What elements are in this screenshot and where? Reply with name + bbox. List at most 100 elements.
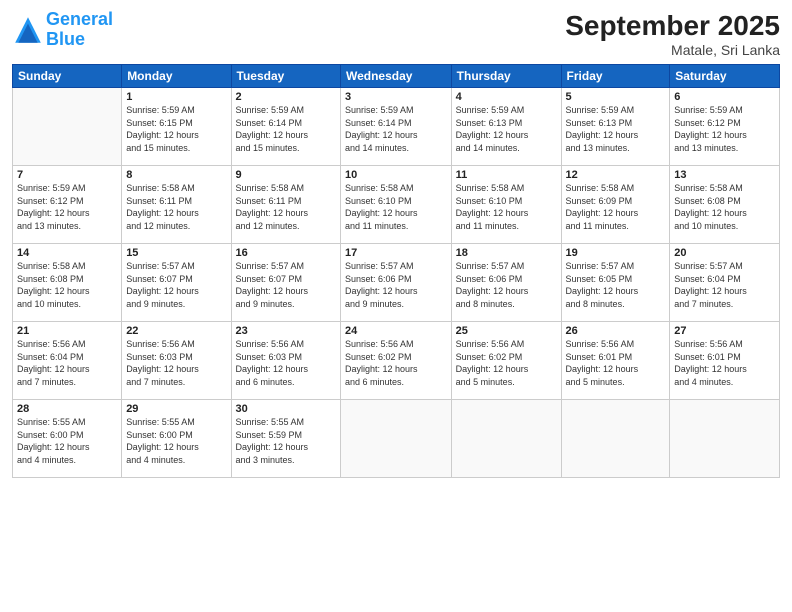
month-title: September 2025 bbox=[565, 10, 780, 42]
calendar-week-4: 21Sunrise: 5:56 AMSunset: 6:04 PMDayligh… bbox=[13, 322, 780, 400]
day-info: Sunrise: 5:55 AMSunset: 6:00 PMDaylight:… bbox=[126, 416, 226, 466]
header-saturday: Saturday bbox=[670, 65, 780, 88]
day-number: 28 bbox=[17, 403, 117, 415]
calendar-cell: 29Sunrise: 5:55 AMSunset: 6:00 PMDayligh… bbox=[122, 400, 231, 478]
day-info: Sunrise: 5:57 AMSunset: 6:05 PMDaylight:… bbox=[566, 260, 666, 310]
calendar-cell bbox=[670, 400, 780, 478]
day-number: 24 bbox=[345, 325, 447, 337]
calendar-cell: 9Sunrise: 5:58 AMSunset: 6:11 PMDaylight… bbox=[231, 166, 340, 244]
day-info: Sunrise: 5:59 AMSunset: 6:15 PMDaylight:… bbox=[126, 104, 226, 154]
calendar-cell: 10Sunrise: 5:58 AMSunset: 6:10 PMDayligh… bbox=[340, 166, 451, 244]
header-wednesday: Wednesday bbox=[340, 65, 451, 88]
calendar-cell: 7Sunrise: 5:59 AMSunset: 6:12 PMDaylight… bbox=[13, 166, 122, 244]
calendar-cell: 1Sunrise: 5:59 AMSunset: 6:15 PMDaylight… bbox=[122, 88, 231, 166]
day-number: 2 bbox=[236, 91, 336, 103]
calendar-table: Sunday Monday Tuesday Wednesday Thursday… bbox=[12, 64, 780, 478]
day-info: Sunrise: 5:58 AMSunset: 6:10 PMDaylight:… bbox=[456, 182, 557, 232]
day-info: Sunrise: 5:56 AMSunset: 6:03 PMDaylight:… bbox=[236, 338, 336, 388]
day-number: 11 bbox=[456, 169, 557, 181]
calendar-cell: 13Sunrise: 5:58 AMSunset: 6:08 PMDayligh… bbox=[670, 166, 780, 244]
calendar-cell: 5Sunrise: 5:59 AMSunset: 6:13 PMDaylight… bbox=[561, 88, 670, 166]
location: Matale, Sri Lanka bbox=[565, 42, 780, 58]
calendar-cell: 26Sunrise: 5:56 AMSunset: 6:01 PMDayligh… bbox=[561, 322, 670, 400]
day-info: Sunrise: 5:56 AMSunset: 6:02 PMDaylight:… bbox=[456, 338, 557, 388]
day-info: Sunrise: 5:59 AMSunset: 6:13 PMDaylight:… bbox=[566, 104, 666, 154]
day-number: 9 bbox=[236, 169, 336, 181]
day-number: 25 bbox=[456, 325, 557, 337]
calendar-cell: 28Sunrise: 5:55 AMSunset: 6:00 PMDayligh… bbox=[13, 400, 122, 478]
calendar-cell: 27Sunrise: 5:56 AMSunset: 6:01 PMDayligh… bbox=[670, 322, 780, 400]
calendar-week-3: 14Sunrise: 5:58 AMSunset: 6:08 PMDayligh… bbox=[13, 244, 780, 322]
day-info: Sunrise: 5:59 AMSunset: 6:12 PMDaylight:… bbox=[17, 182, 117, 232]
day-info: Sunrise: 5:59 AMSunset: 6:12 PMDaylight:… bbox=[674, 104, 775, 154]
day-number: 3 bbox=[345, 91, 447, 103]
header-tuesday: Tuesday bbox=[231, 65, 340, 88]
day-info: Sunrise: 5:58 AMSunset: 6:08 PMDaylight:… bbox=[674, 182, 775, 232]
calendar-cell: 16Sunrise: 5:57 AMSunset: 6:07 PMDayligh… bbox=[231, 244, 340, 322]
header-monday: Monday bbox=[122, 65, 231, 88]
day-number: 14 bbox=[17, 247, 117, 259]
calendar-cell bbox=[561, 400, 670, 478]
header-row: Sunday Monday Tuesday Wednesday Thursday… bbox=[13, 65, 780, 88]
day-info: Sunrise: 5:58 AMSunset: 6:11 PMDaylight:… bbox=[126, 182, 226, 232]
calendar-cell bbox=[13, 88, 122, 166]
day-info: Sunrise: 5:58 AMSunset: 6:08 PMDaylight:… bbox=[17, 260, 117, 310]
logo-text: General Blue bbox=[46, 10, 113, 50]
calendar-cell: 2Sunrise: 5:59 AMSunset: 6:14 PMDaylight… bbox=[231, 88, 340, 166]
calendar-cell: 25Sunrise: 5:56 AMSunset: 6:02 PMDayligh… bbox=[451, 322, 561, 400]
calendar-week-5: 28Sunrise: 5:55 AMSunset: 6:00 PMDayligh… bbox=[13, 400, 780, 478]
calendar-cell: 8Sunrise: 5:58 AMSunset: 6:11 PMDaylight… bbox=[122, 166, 231, 244]
logo: General Blue bbox=[12, 10, 113, 50]
calendar-cell: 11Sunrise: 5:58 AMSunset: 6:10 PMDayligh… bbox=[451, 166, 561, 244]
day-number: 30 bbox=[236, 403, 336, 415]
calendar-cell: 14Sunrise: 5:58 AMSunset: 6:08 PMDayligh… bbox=[13, 244, 122, 322]
day-number: 19 bbox=[566, 247, 666, 259]
day-info: Sunrise: 5:58 AMSunset: 6:10 PMDaylight:… bbox=[345, 182, 447, 232]
calendar-cell: 3Sunrise: 5:59 AMSunset: 6:14 PMDaylight… bbox=[340, 88, 451, 166]
calendar-cell bbox=[451, 400, 561, 478]
page-container: General Blue September 2025 Matale, Sri … bbox=[0, 0, 792, 612]
day-info: Sunrise: 5:56 AMSunset: 6:01 PMDaylight:… bbox=[674, 338, 775, 388]
header-friday: Friday bbox=[561, 65, 670, 88]
day-info: Sunrise: 5:59 AMSunset: 6:14 PMDaylight:… bbox=[345, 104, 447, 154]
calendar-cell bbox=[340, 400, 451, 478]
logo-icon bbox=[12, 14, 44, 46]
calendar-cell: 12Sunrise: 5:58 AMSunset: 6:09 PMDayligh… bbox=[561, 166, 670, 244]
calendar-week-2: 7Sunrise: 5:59 AMSunset: 6:12 PMDaylight… bbox=[13, 166, 780, 244]
calendar-cell: 20Sunrise: 5:57 AMSunset: 6:04 PMDayligh… bbox=[670, 244, 780, 322]
day-number: 1 bbox=[126, 91, 226, 103]
day-info: Sunrise: 5:55 AMSunset: 6:00 PMDaylight:… bbox=[17, 416, 117, 466]
calendar-cell: 22Sunrise: 5:56 AMSunset: 6:03 PMDayligh… bbox=[122, 322, 231, 400]
day-number: 22 bbox=[126, 325, 226, 337]
day-info: Sunrise: 5:56 AMSunset: 6:01 PMDaylight:… bbox=[566, 338, 666, 388]
day-number: 21 bbox=[17, 325, 117, 337]
day-info: Sunrise: 5:56 AMSunset: 6:03 PMDaylight:… bbox=[126, 338, 226, 388]
day-info: Sunrise: 5:57 AMSunset: 6:07 PMDaylight:… bbox=[236, 260, 336, 310]
day-number: 15 bbox=[126, 247, 226, 259]
calendar-cell: 4Sunrise: 5:59 AMSunset: 6:13 PMDaylight… bbox=[451, 88, 561, 166]
day-number: 16 bbox=[236, 247, 336, 259]
calendar-cell: 21Sunrise: 5:56 AMSunset: 6:04 PMDayligh… bbox=[13, 322, 122, 400]
calendar-cell: 18Sunrise: 5:57 AMSunset: 6:06 PMDayligh… bbox=[451, 244, 561, 322]
day-number: 26 bbox=[566, 325, 666, 337]
day-info: Sunrise: 5:58 AMSunset: 6:09 PMDaylight:… bbox=[566, 182, 666, 232]
title-section: September 2025 Matale, Sri Lanka bbox=[565, 10, 780, 58]
day-number: 20 bbox=[674, 247, 775, 259]
calendar-cell: 6Sunrise: 5:59 AMSunset: 6:12 PMDaylight… bbox=[670, 88, 780, 166]
day-number: 29 bbox=[126, 403, 226, 415]
day-number: 4 bbox=[456, 91, 557, 103]
day-number: 23 bbox=[236, 325, 336, 337]
calendar-cell: 17Sunrise: 5:57 AMSunset: 6:06 PMDayligh… bbox=[340, 244, 451, 322]
day-number: 6 bbox=[674, 91, 775, 103]
day-info: Sunrise: 5:59 AMSunset: 6:13 PMDaylight:… bbox=[456, 104, 557, 154]
day-info: Sunrise: 5:57 AMSunset: 6:06 PMDaylight:… bbox=[345, 260, 447, 310]
day-info: Sunrise: 5:55 AMSunset: 5:59 PMDaylight:… bbox=[236, 416, 336, 466]
header-thursday: Thursday bbox=[451, 65, 561, 88]
day-number: 27 bbox=[674, 325, 775, 337]
day-number: 18 bbox=[456, 247, 557, 259]
header-sunday: Sunday bbox=[13, 65, 122, 88]
day-number: 12 bbox=[566, 169, 666, 181]
day-info: Sunrise: 5:57 AMSunset: 6:07 PMDaylight:… bbox=[126, 260, 226, 310]
day-info: Sunrise: 5:56 AMSunset: 6:02 PMDaylight:… bbox=[345, 338, 447, 388]
day-number: 7 bbox=[17, 169, 117, 181]
